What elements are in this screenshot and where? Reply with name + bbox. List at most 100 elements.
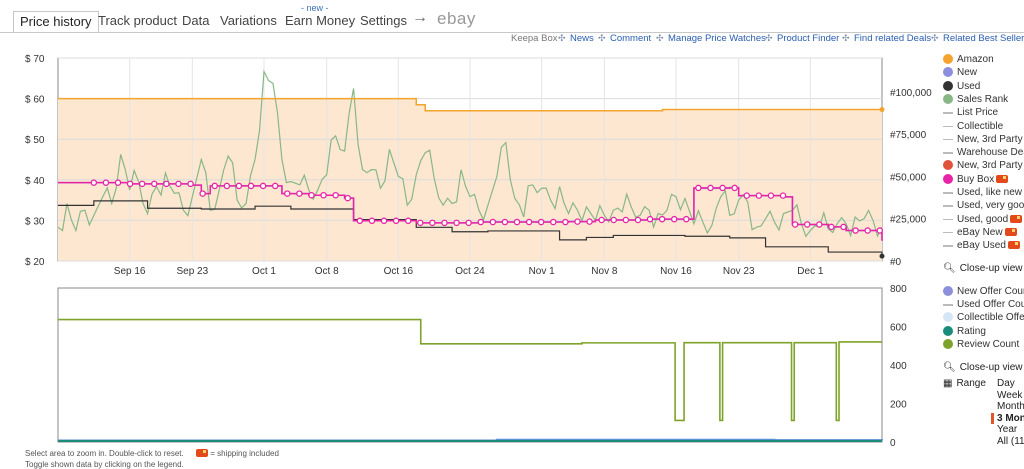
range-option-week[interactable]: Week — [997, 390, 1022, 401]
y-tick-price: $ 30 — [25, 216, 45, 227]
buy-box-point — [126, 180, 134, 188]
y-tick-count: 800 — [890, 284, 907, 295]
legend-dash-icon — [943, 125, 953, 127]
count-chart[interactable]: 0 200 400 600 800 — [57, 284, 907, 449]
legend-label: Collectible — [957, 120, 1004, 132]
buy-box-point — [259, 182, 267, 190]
buy-box-point — [90, 179, 98, 186]
x-tick-date: Oct 24 — [455, 266, 485, 277]
legend-dash-icon — [943, 152, 953, 154]
legend-label: eBay Used — [957, 239, 1020, 252]
legend-label: New — [957, 67, 978, 79]
buy-box-point — [646, 215, 654, 223]
shipping-truck-icon — [1004, 227, 1017, 236]
shipping-hint: = shipping included — [210, 449, 279, 458]
legend-dot-icon — [943, 67, 953, 78]
close-up-label: Close-up view — [959, 263, 1023, 274]
zoom-hint: Select area to zoom in. Double-click to … — [25, 449, 184, 458]
legend: Amazon New Used Sales Rank List Price Collect… — [940, 0, 1024, 469]
calendar-icon: ▦ — [943, 378, 953, 389]
legend-dash-icon — [943, 205, 953, 207]
buy-box-point — [852, 227, 859, 234]
buy-box-point — [114, 179, 122, 186]
shipping-truck-icon — [195, 449, 208, 457]
buy-box-point — [187, 180, 194, 188]
legend-label: Sales Rank — [957, 93, 1009, 105]
x-tick-date: Dec 1 — [797, 266, 824, 277]
buy-box-point — [562, 218, 569, 226]
buy-box-point — [610, 216, 618, 224]
buy-box-point — [803, 221, 811, 228]
buy-box-point — [695, 184, 702, 192]
buy-box-point — [235, 182, 243, 190]
buy-box-point — [779, 192, 787, 199]
close-up-label: Close-up view — [959, 362, 1023, 373]
close-up-view-toggle[interactable]: 🔍︎ Close-up view — [943, 263, 1023, 274]
buy-box-point — [501, 218, 509, 226]
y-tick-count: 0 — [890, 438, 896, 449]
legend-label: List Price — [957, 107, 999, 119]
x-tick-date: Oct 16 — [384, 266, 414, 277]
buy-box-point — [743, 192, 751, 199]
magnifier-icon: 🔍︎ — [943, 362, 956, 373]
y-tick-price: $ 70 — [25, 54, 45, 65]
x-tick-date: Sep 23 — [176, 266, 208, 277]
buy-box-point — [284, 190, 291, 197]
buy-box-point — [404, 217, 412, 225]
legend-dash-icon — [943, 245, 953, 247]
buy-box-point — [271, 182, 279, 190]
legend-label: New, 3rd Party — [957, 160, 1023, 172]
x-tick-date: Sep 16 — [114, 266, 146, 277]
price-chart[interactable]: $ 20 $ 30 $ 40 $ 50 $ 60 $ 70 #0 #25,000 #50,000… — [25, 54, 932, 277]
range-option-day[interactable]: Day — [997, 378, 1015, 389]
buy-box-point — [247, 182, 255, 190]
buy-box-point — [320, 191, 327, 199]
magnifier-icon: 🔍︎ — [943, 263, 956, 274]
legend-label: New Offer Count — [957, 286, 1024, 297]
count-plot-area[interactable] — [57, 287, 883, 443]
buy-box-point — [670, 215, 678, 223]
legend-label: Warehouse Deals — [957, 147, 1024, 159]
buy-box-point — [513, 218, 521, 226]
y-tick-count: 600 — [890, 323, 907, 334]
y-tick-sales-rank: #50,000 — [890, 172, 927, 183]
legend-label: eBay New — [957, 226, 1017, 239]
buy-box-point — [163, 180, 170, 188]
buy-box-point — [864, 227, 871, 234]
price-history-charts[interactable]: $ 20 $ 30 $ 40 $ 50 $ 60 $ 70 #0 #25,000 #50,000… — [0, 0, 940, 469]
range-option-month[interactable]: Month — [997, 401, 1024, 412]
legend-dot-icon — [943, 160, 953, 171]
legend-label: Amazon — [957, 54, 994, 65]
range-option-3-months[interactable]: 3 Months — [991, 412, 1024, 424]
y-tick-price: $ 50 — [25, 135, 45, 146]
legend-dash-icon — [943, 192, 953, 194]
x-tick-date: Oct 8 — [315, 266, 339, 277]
buy-box-point — [707, 184, 714, 192]
buy-box-point — [368, 217, 376, 225]
buy-box-point — [477, 218, 484, 226]
y-tick-sales-rank: #0 — [890, 257, 902, 268]
buy-box-point — [429, 219, 436, 227]
legend-label: Buy Box — [957, 173, 1009, 186]
y-tick-count: 200 — [890, 400, 907, 411]
buy-box-point — [380, 217, 388, 225]
buy-box-point — [211, 182, 218, 190]
buy-box-point — [876, 227, 884, 234]
used-end-point — [879, 253, 885, 259]
y-tick-sales-rank: #100,000 — [890, 88, 932, 99]
y-tick-price: $ 60 — [25, 95, 45, 106]
buy-box-point — [392, 217, 400, 225]
buy-box-point — [453, 219, 460, 227]
legend-dot-icon — [943, 80, 953, 91]
buy-box-point — [199, 190, 206, 197]
x-tick-date: Nov 8 — [591, 266, 618, 277]
range-option-all-11[interactable]: All (11 — [997, 436, 1024, 447]
close-up-view-toggle[interactable]: 🔍︎ Close-up view — [943, 362, 1023, 373]
legend-dash-icon — [943, 138, 953, 141]
buy-box-point — [308, 191, 315, 199]
buy-box-point — [767, 192, 775, 199]
range-text: Range — [956, 378, 986, 389]
buy-box-point — [683, 215, 690, 223]
buy-box-point — [465, 219, 472, 227]
range-option-year[interactable]: Year — [997, 424, 1017, 435]
